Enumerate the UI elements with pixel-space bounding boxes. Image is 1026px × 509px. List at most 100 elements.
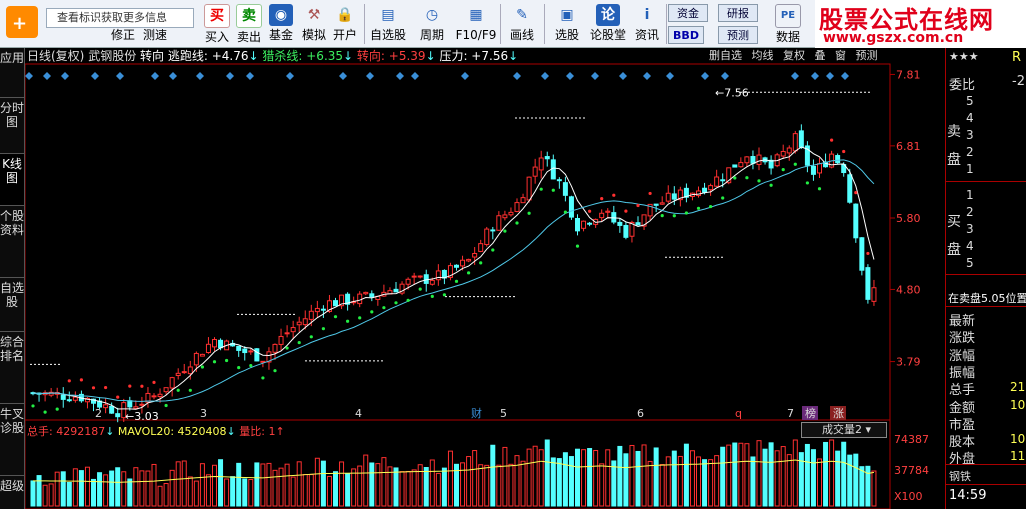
sar-dot xyxy=(539,187,543,191)
tab-profile[interactable]: 个股资料 xyxy=(0,206,24,278)
kline-chart-area[interactable]: 日线(复权) 武钢股份 转向 逃跑线: +4.76↓ 猎杀线: +6.35↓ 转… xyxy=(25,48,945,509)
volume-bar xyxy=(151,463,157,507)
candle-body xyxy=(587,222,593,225)
tab-ranking[interactable]: 综合排名 xyxy=(0,332,24,404)
watchlist-button[interactable]: ▤ 自选股 xyxy=(366,2,410,46)
buy-button[interactable]: 买买入 xyxy=(202,2,232,46)
fund-button[interactable]: ◉ 基金 xyxy=(266,2,296,46)
volume-bar xyxy=(865,465,871,507)
volume-bar xyxy=(236,462,242,507)
volume-bar xyxy=(605,449,611,507)
volume-bar xyxy=(859,466,865,507)
f10-button[interactable]: ▦ F10/F9 xyxy=(454,2,498,46)
sar-dot xyxy=(176,388,180,392)
sar-dot xyxy=(297,340,301,345)
forecast-button[interactable]: 预测 xyxy=(718,26,758,44)
search-input[interactable]: 查看标识获取更多信息 xyxy=(46,8,194,28)
candle-body xyxy=(187,366,193,375)
volume-bar xyxy=(635,450,641,507)
volume-bar xyxy=(145,470,151,507)
candle-body xyxy=(133,406,139,409)
candle-body xyxy=(254,348,260,362)
sar-dot xyxy=(733,176,737,180)
volume-bar xyxy=(871,470,877,507)
sar-dot xyxy=(830,138,834,142)
sar-dot xyxy=(249,363,253,368)
volume-bar xyxy=(587,448,593,507)
signal-diamond xyxy=(151,72,159,80)
candle-body xyxy=(738,162,744,168)
quote-field-value: 10 xyxy=(1010,397,1026,412)
tab-apps[interactable]: 应用 xyxy=(0,48,24,98)
volume-bar xyxy=(677,455,683,507)
volume-bar xyxy=(611,460,617,507)
candle-body xyxy=(859,237,865,271)
correct-button[interactable]: 修正 xyxy=(108,26,138,46)
simulate-button[interactable]: ⚒ 模拟 xyxy=(298,2,330,46)
volume-bar xyxy=(97,472,103,507)
candle-body xyxy=(193,352,199,366)
sar-dot xyxy=(237,366,241,370)
volume-bar xyxy=(556,458,562,507)
sell-label: 卖盘 xyxy=(947,124,961,168)
candle-body xyxy=(853,203,859,239)
signal-diamond xyxy=(286,72,294,80)
draw-line-button[interactable]: ✎ 画线 xyxy=(502,2,542,46)
volume-bar xyxy=(78,470,84,507)
bbd-button[interactable]: BBD xyxy=(668,26,704,44)
volume-bar xyxy=(599,463,605,507)
tab-super[interactable]: 超级 xyxy=(0,476,24,509)
tab-intraday[interactable]: 分时图 xyxy=(0,98,24,154)
sar-dot xyxy=(358,316,362,320)
volume-bar xyxy=(121,471,127,507)
sell-button[interactable]: 卖卖出 xyxy=(234,2,264,46)
period-button[interactable]: ◷ 周期 xyxy=(412,2,452,46)
sar-dot xyxy=(261,376,265,380)
volume-bar xyxy=(435,472,441,507)
stock-screen-button[interactable]: ▣ 选股 xyxy=(546,2,588,46)
research-button[interactable]: 研报 xyxy=(718,4,758,22)
sar-dot xyxy=(527,211,531,215)
candle-body xyxy=(562,182,568,196)
tab-watchlist[interactable]: 自选股 xyxy=(0,278,24,332)
volume-tick-label: X100 xyxy=(894,490,923,503)
tab-diagnosis[interactable]: 牛叉诊股 xyxy=(0,404,24,476)
volume-bar xyxy=(423,467,429,507)
volume-bar xyxy=(817,458,822,507)
x-axis-label: 2 xyxy=(95,407,102,420)
volume-bar xyxy=(774,450,780,507)
candle-body xyxy=(798,130,804,148)
svg-text:+: + xyxy=(12,13,27,34)
x-axis-label: 3 xyxy=(200,407,207,420)
volume-bar xyxy=(689,450,695,507)
volume-bar xyxy=(768,442,774,507)
candle-body xyxy=(817,163,822,174)
capital-button[interactable]: 资金 xyxy=(668,4,708,22)
volume-bar xyxy=(593,450,599,507)
volume-bar xyxy=(647,460,653,507)
candle-body xyxy=(169,377,175,389)
forum-button[interactable]: 论论股堂 xyxy=(590,2,626,46)
signal-diamond xyxy=(366,72,374,80)
speed-button[interactable]: 测速 xyxy=(140,26,170,46)
volume-bar xyxy=(780,446,786,507)
volume-bar xyxy=(157,485,163,507)
candle-body xyxy=(151,395,157,398)
candle-body xyxy=(60,394,66,400)
tab-kline[interactable]: K线图 xyxy=(0,154,24,206)
sar-dot xyxy=(188,388,192,392)
news-button[interactable]: i 资讯 xyxy=(630,2,664,46)
signal-diamond xyxy=(643,72,651,80)
volume-indicator-dropdown[interactable]: 成交量2 ▾ xyxy=(801,422,887,438)
toolbar: + 查看标识获取更多信息 修正 测速 买买入 卖卖出 ◉ 基金 ⚒ 模拟 🔒 开户 ▤… xyxy=(0,0,1026,48)
volume-bar xyxy=(665,456,671,507)
buy-icon: 买 xyxy=(204,4,230,28)
app-logo[interactable]: + xyxy=(4,4,40,40)
data-button[interactable]: PE 数据 xyxy=(768,2,808,46)
candle-body xyxy=(520,197,526,204)
volume-bar xyxy=(575,448,580,507)
order-status: 在卖盘5.05位置 xyxy=(948,292,1026,305)
candle-body xyxy=(66,399,72,402)
volume-bar xyxy=(520,460,526,507)
open-account-button[interactable]: 🔒 开户 xyxy=(330,2,360,46)
